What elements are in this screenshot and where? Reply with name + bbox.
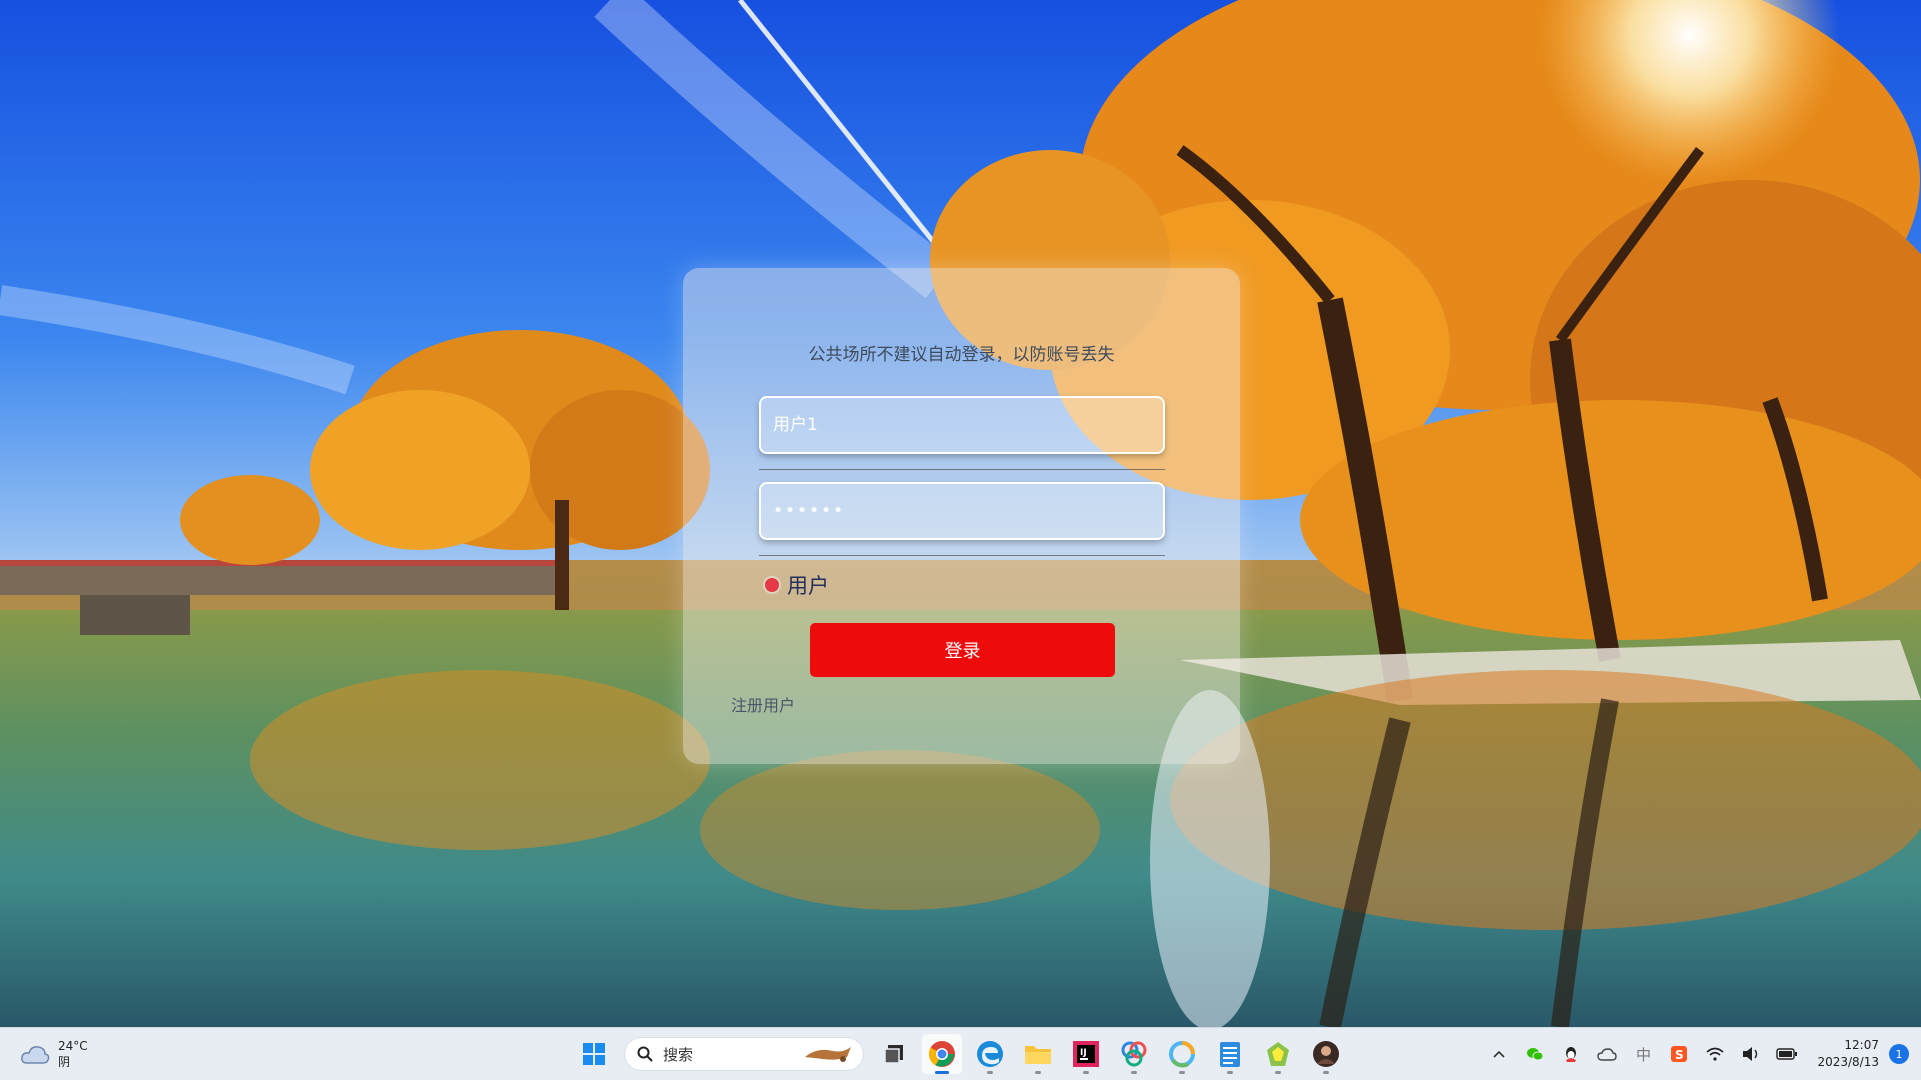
username-input[interactable]: 用户1 [759,396,1165,454]
svg-text:S: S [1675,1048,1684,1062]
weather-widget[interactable]: 24°C 阴 [20,1038,88,1070]
taskbar-app-file-explorer[interactable] [1018,1034,1058,1074]
tray-ime-indicator[interactable]: 中 [1627,1038,1659,1070]
task-view-button[interactable] [874,1034,914,1074]
username-underline [759,469,1165,470]
wechat-icon [1527,1048,1544,1061]
svg-text:IJ: IJ [1080,1048,1087,1058]
start-button[interactable] [574,1034,614,1074]
start-icon [583,1043,605,1065]
sogou-icon: S [1671,1046,1688,1062]
running-indicator [1179,1071,1185,1074]
cloud-icon [21,1046,50,1064]
login-button[interactable]: 登录 [810,623,1115,677]
role-radio-label: 用户 [787,574,829,598]
battery-icon [1776,1048,1798,1060]
ime-label: 中 [1635,1045,1651,1064]
chevron-up-icon [1493,1050,1506,1058]
chrome-icon [928,1041,955,1067]
wifi-icon [1706,1047,1724,1061]
running-indicator [1227,1071,1233,1074]
taskbar-app-chrome[interactable] [922,1034,962,1074]
running-indicator [1035,1071,1041,1074]
show-hidden-icons-button[interactable] [1483,1038,1515,1070]
running-indicator [987,1071,993,1074]
notification-badge[interactable]: 1 [1889,1044,1909,1064]
volume-icon [1743,1047,1758,1061]
jetbrains-icon: IJ [1073,1041,1099,1067]
taskbar-app-edge[interactable] [970,1034,1010,1074]
edge-icon [977,1041,1003,1067]
weather-temperature: 24°C [58,1039,88,1053]
register-user-link[interactable]: 注册用户 [731,692,795,716]
taskbar-search-box[interactable]: 搜索 [624,1037,864,1071]
taskbar-app-green[interactable] [1258,1034,1298,1074]
tray-onedrive[interactable] [1591,1038,1623,1070]
task-view-icon [884,1045,903,1064]
role-radio-option[interactable]: 用户 [765,570,829,600]
search-highlight-icon [805,1047,851,1062]
avatar-app-icon [1313,1041,1339,1067]
role-radio-button[interactable] [765,578,779,592]
taskbar-app-colorful[interactable] [1114,1034,1154,1074]
notepad-icon [1220,1042,1240,1067]
taskbar-apps: 搜索 IJ [570,1034,1350,1074]
file-explorer-icon [1025,1046,1051,1064]
weather-condition: 阴 [58,1055,71,1069]
onedrive-cloud-icon [1597,1048,1618,1061]
clock-date: 2023/8/13 [1817,1055,1879,1069]
taskbar-app-avatar[interactable] [1306,1034,1346,1074]
qq-penguin-icon [1566,1047,1577,1062]
tray-wechat[interactable] [1519,1038,1551,1070]
search-placeholder: 搜索 [663,1045,694,1064]
tray-volume[interactable] [1735,1038,1767,1070]
taskbar-app-notepad[interactable] [1210,1034,1250,1074]
running-indicator [935,1071,949,1074]
search-icon [637,1046,653,1062]
running-indicator [1131,1071,1137,1074]
system-tray: 中 S 12:07 2023/8/13 1 [1483,1034,1909,1074]
tray-wifi[interactable] [1699,1038,1731,1070]
auto-login-notice: 公共场所不建议自动登录，以防账号丢失 [808,345,1115,365]
taskbar: 24°C 阴 搜索 IJ 中 S 12:07 2023/8/13 1 [0,1027,1921,1080]
running-indicator [1323,1071,1329,1074]
taskbar-clock[interactable]: 12:07 2023/8/13 [1817,1037,1879,1071]
tray-qq[interactable] [1555,1038,1587,1070]
password-underline [759,555,1165,556]
password-input[interactable]: •••••• [759,482,1165,540]
app-ring-icon [1169,1041,1195,1068]
app-green-icon [1267,1042,1289,1066]
clock-time: 12:07 [1844,1038,1879,1052]
taskbar-app-jetbrains[interactable]: IJ [1066,1034,1106,1074]
taskbar-app-ring[interactable] [1162,1034,1202,1074]
tray-sogou[interactable]: S [1663,1038,1695,1070]
tray-battery[interactable] [1771,1038,1803,1070]
running-indicator [1275,1071,1281,1074]
login-panel: 公共场所不建议自动登录，以防账号丢失 用户1 •••••• 用户 登录 注册用户 [683,268,1240,764]
app-colorful-icon [1121,1041,1147,1067]
running-indicator [1083,1071,1089,1074]
